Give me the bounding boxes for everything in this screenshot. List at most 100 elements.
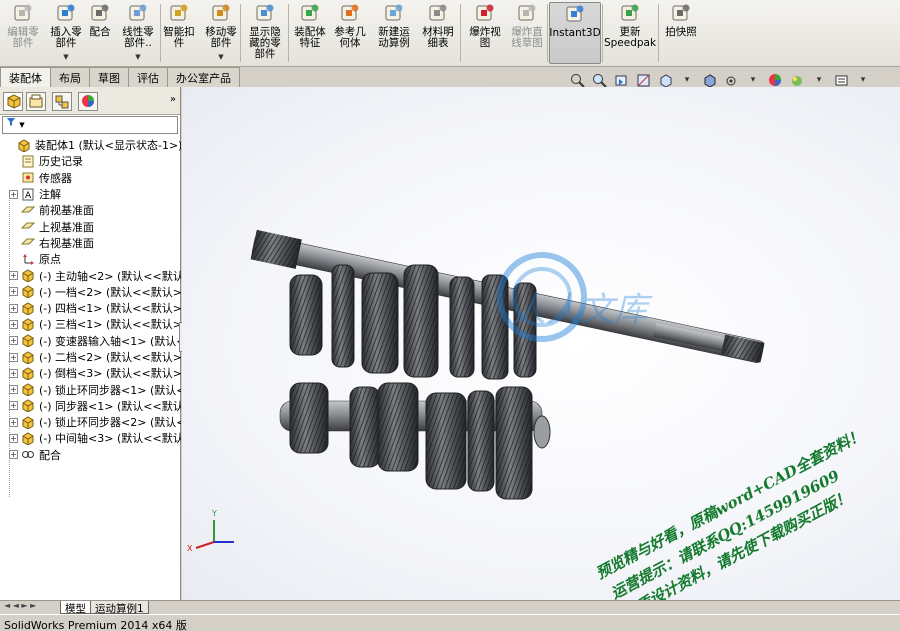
expand-icon[interactable]: +	[9, 417, 18, 427]
view-settings-icon[interactable]	[832, 72, 850, 88]
status-text: SolidWorks Premium 2014 x64 版	[4, 619, 187, 631]
tab-2[interactable]: 草图	[89, 67, 129, 87]
expand-icon[interactable]: +	[9, 450, 18, 460]
bottom-tab-0[interactable]: 模型	[60, 601, 91, 615]
tree-item-root[interactable]: 装配体1 (默认<显示状态-1>)	[0, 137, 181, 153]
tree-item-0[interactable]: 历史记录	[0, 153, 181, 169]
tree-item-1[interactable]: 传感器	[0, 170, 181, 186]
tree-item-9[interactable]: + (-) 四档<1> (默认<<默认>_	[0, 300, 181, 316]
insert-component-button[interactable]: 插入零 部件 ▼	[48, 2, 84, 64]
tab-1[interactable]: 布局	[50, 67, 90, 87]
chevron-down-icon[interactable]: ▾	[854, 72, 872, 88]
snapshot-button[interactable]: 拍快照	[662, 2, 700, 64]
chevron-down-icon[interactable]: ▼	[218, 52, 223, 63]
previous-view-icon[interactable]	[612, 72, 630, 88]
tree-item-7[interactable]: + (-) 主动轴<2> (默认<<默认>_	[0, 267, 181, 283]
expand-icon[interactable]: +	[9, 401, 18, 411]
part-icon	[22, 269, 34, 283]
show-hidden-button[interactable]: 显示隐 藏的零 部件	[244, 2, 286, 64]
hide-show-icon[interactable]	[722, 72, 740, 88]
tree-item-6[interactable]: 原点	[0, 251, 181, 267]
edit-appearance-icon[interactable]	[766, 72, 784, 88]
display-style-icon[interactable]	[700, 72, 718, 88]
expand-icon[interactable]: +	[9, 433, 18, 443]
exploded-view-button[interactable]: 爆炸视 图	[467, 2, 503, 64]
edit-part-button[interactable]: 编辑零 部件	[2, 2, 44, 64]
tree-item-label: (-) 同步器<1> (默认<<默认>	[39, 399, 181, 413]
motion-study-button[interactable]: 新建运 动算例	[373, 2, 415, 64]
show-hidden-icon	[256, 4, 274, 21]
tree-item-16[interactable]: + (-) 锁止环同步器<2> (默认<	[0, 414, 181, 430]
chevron-down-icon[interactable]: ▾	[810, 72, 828, 88]
panel-expand-icon[interactable]: »	[170, 94, 176, 105]
tree-item-3[interactable]: 前视基准面	[0, 202, 181, 218]
tab-0[interactable]: 装配体	[0, 67, 51, 87]
tree-item-2[interactable]: + A 注解	[0, 186, 181, 202]
reference-geometry-icon	[341, 4, 359, 21]
reference-geometry-button[interactable]: 参考几 何体	[331, 2, 369, 64]
watermark-text: 人人文库	[512, 290, 648, 330]
chevron-down-icon[interactable]: ▼	[63, 52, 68, 63]
part-icon	[22, 367, 34, 380]
view-orientation-icon[interactable]	[656, 72, 674, 88]
expand-icon[interactable]: +	[9, 352, 18, 362]
linear-pattern-button[interactable]: 线性零 部件.. ▼	[118, 2, 158, 64]
tree-item-11[interactable]: + (-) 变速器输入轴<1> (默认<	[0, 333, 181, 349]
expand-icon[interactable]: +	[9, 189, 18, 199]
expand-icon[interactable]: +	[9, 368, 18, 378]
expand-icon[interactable]: +	[9, 287, 18, 297]
move-component-button[interactable]: 移动零 部件 ▼	[201, 2, 241, 64]
speedpak-button[interactable]: 更新 Speedpak	[604, 2, 656, 64]
tree-item-12[interactable]: + (-) 二档<2> (默认<<默认>_	[0, 349, 181, 365]
move-component-icon	[212, 4, 230, 21]
part-icon	[22, 399, 34, 413]
instant3d-button[interactable]: Instant3D	[549, 2, 601, 64]
tree-item-10[interactable]: + (-) 三档<1> (默认<<默认>_	[0, 316, 181, 332]
history-icon	[22, 155, 34, 168]
edit-part-icon	[14, 4, 32, 21]
apply-scene-icon[interactable]	[788, 72, 806, 88]
tab-4[interactable]: 办公室产品	[167, 67, 240, 87]
chevron-down-icon[interactable]: ▼	[135, 52, 140, 63]
zoom-to-fit-icon[interactable]	[568, 72, 586, 88]
property-manager-tab[interactable]	[26, 92, 46, 111]
bottom-tab-strip: ◄ ◄ ► ► 模型 运动算例1	[0, 600, 900, 615]
tree-item-15[interactable]: + (-) 同步器<1> (默认<<默认>	[0, 398, 181, 414]
graphics-area[interactable]: Y X 人人文库 预览精与好看，原稿word+CAD全套资料！ 运营提示：请联系…	[182, 87, 900, 600]
tab-3[interactable]: 评估	[128, 67, 168, 87]
svg-text:X: X	[187, 544, 193, 553]
feature-manager-tab[interactable]	[3, 92, 23, 111]
chevron-down-icon[interactable]: ▾	[744, 72, 762, 88]
mate-button[interactable]: 配合	[85, 2, 115, 64]
zoom-area-icon[interactable]	[590, 72, 608, 88]
tree-item-4[interactable]: 上视基准面	[0, 218, 181, 234]
tree-item-18[interactable]: + 配合	[0, 447, 181, 463]
expand-icon[interactable]: +	[9, 319, 18, 329]
section-view-icon[interactable]	[634, 72, 652, 88]
tree-item-label: (-) 三档<1> (默认<<默认>_	[39, 318, 181, 332]
tree-item-14[interactable]: + (-) 锁止环同步器<1> (默认<	[0, 381, 181, 397]
tree-item-5[interactable]: 右视基准面	[0, 235, 181, 251]
expand-icon[interactable]: +	[9, 385, 18, 395]
annotation-icon: A	[22, 188, 34, 201]
smart-fastener-button[interactable]: 智能扣 件	[160, 2, 198, 64]
bottom-tab-1[interactable]: 运动算例1	[90, 601, 149, 615]
bom-button[interactable]: 材料明 细表	[418, 2, 458, 64]
configuration-manager-tab[interactable]	[52, 92, 72, 111]
ribbon-separator	[602, 4, 603, 62]
tree-item-label: 装配体1 (默认<显示状态-1>)	[35, 139, 181, 153]
tree-filter[interactable]: ▼	[2, 116, 178, 134]
tab-scroll-arrows[interactable]: ◄ ◄ ► ►	[0, 601, 60, 614]
chevron-down-icon[interactable]: ▾	[678, 72, 696, 88]
explode-line-button[interactable]: 爆炸直 线草图	[507, 2, 547, 64]
lower-gears	[289, 382, 533, 500]
tree-item-17[interactable]: + (-) 中间轴<3> (默认<<默认>	[0, 430, 181, 446]
expand-icon[interactable]: +	[9, 336, 18, 346]
expand-icon[interactable]: +	[9, 303, 18, 313]
tree-item-13[interactable]: + (-) 倒档<3> (默认<<默认>_	[0, 365, 181, 381]
ribbon-button-label: 更新 Speedpak	[603, 26, 657, 49]
assembly-feature-button[interactable]: 装配体 特征	[290, 2, 330, 64]
tree-item-8[interactable]: + (-) 一档<2> (默认<<默认>_	[0, 284, 181, 300]
display-manager-tab[interactable]	[78, 92, 98, 111]
expand-icon[interactable]: +	[9, 271, 18, 281]
